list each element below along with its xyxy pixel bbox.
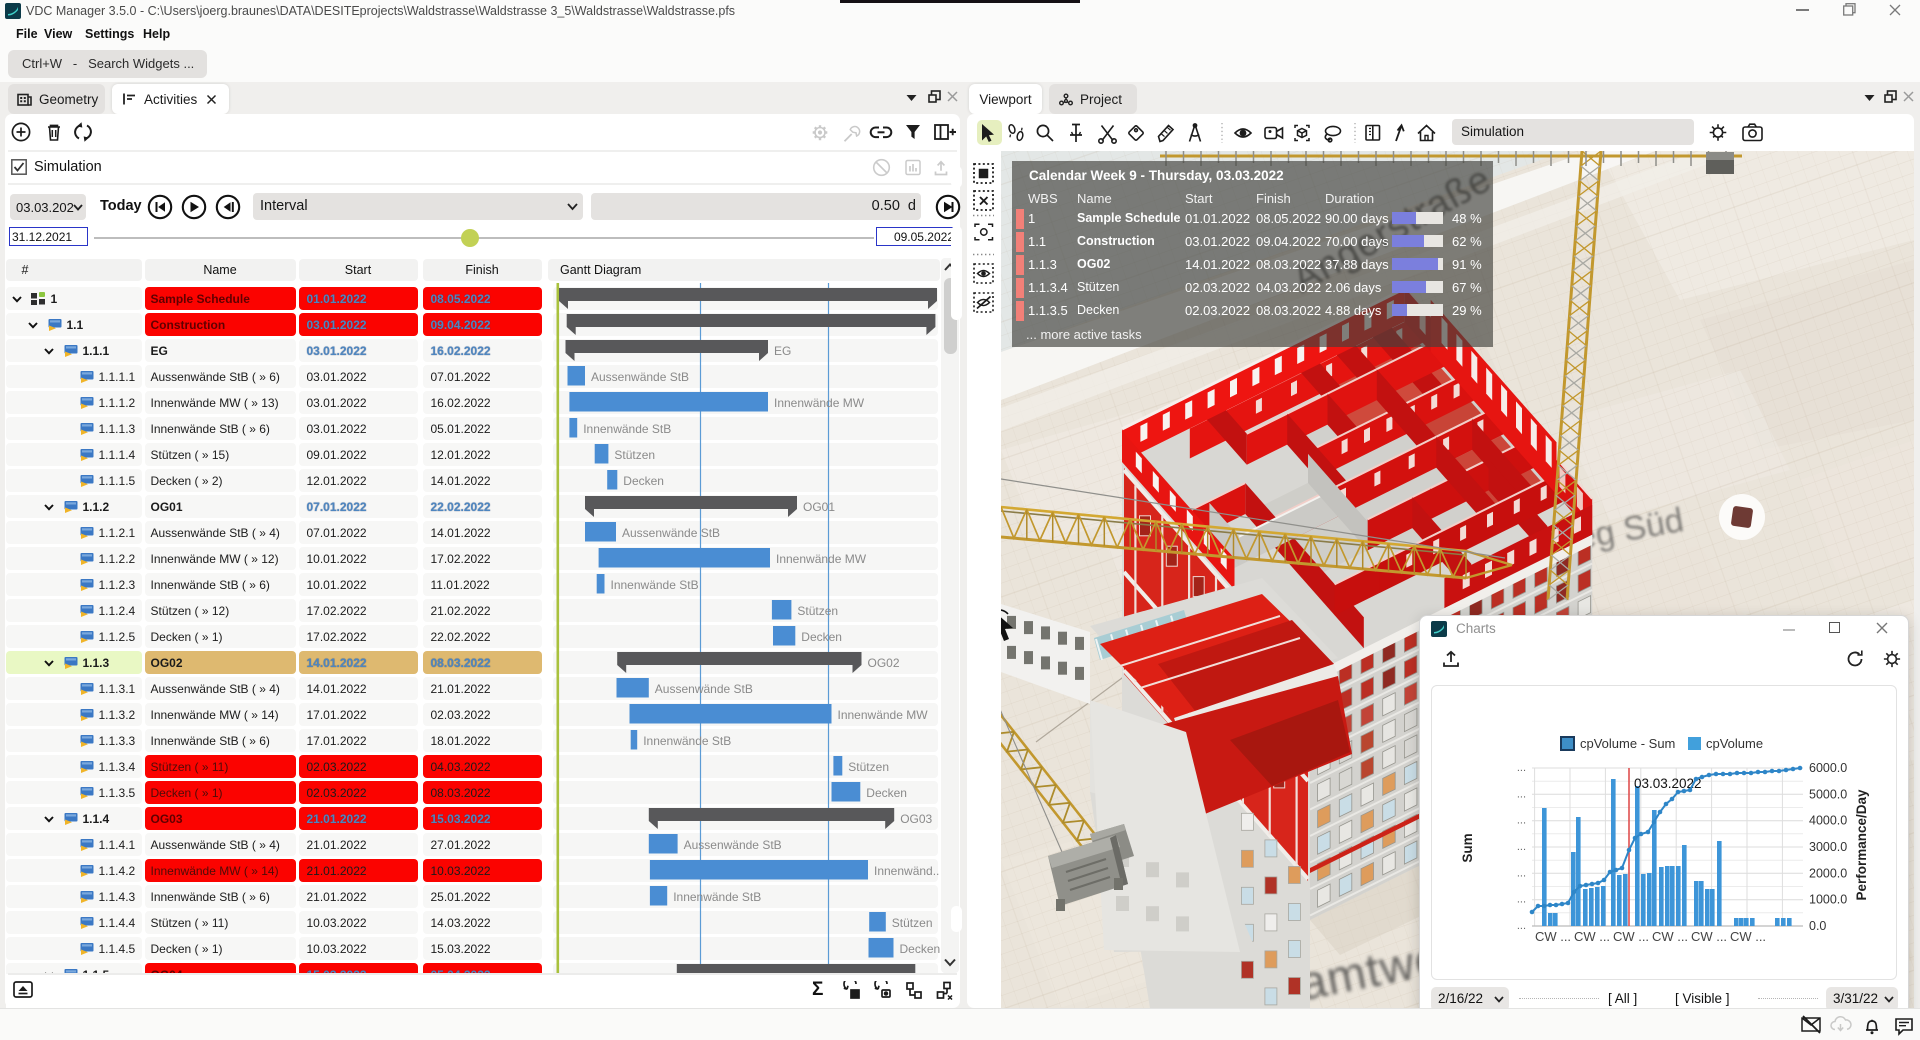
svg-text:Decken: Decken xyxy=(623,474,664,488)
svg-text:...: ... xyxy=(1517,788,1526,800)
svg-text:0.0: 0.0 xyxy=(1809,919,1826,933)
svg-text:cpVolume - Sum: cpVolume - Sum xyxy=(1580,736,1675,751)
svg-text:cpVolume: cpVolume xyxy=(1706,736,1763,751)
svg-text:...: ... xyxy=(1517,815,1526,827)
svg-text:Innenwände StB: Innenwände StB xyxy=(583,422,671,436)
svg-text:Innenwände MW: Innenwände MW xyxy=(838,708,929,722)
svg-text:4000.0: 4000.0 xyxy=(1809,814,1847,828)
svg-text:6000.0: 6000.0 xyxy=(1809,761,1847,775)
svg-text:Stützen: Stützen xyxy=(892,916,933,930)
svg-text:OG02: OG02 xyxy=(868,656,900,670)
svg-text:OG03: OG03 xyxy=(900,812,932,826)
svg-text:...: ... xyxy=(1517,867,1526,879)
svg-text:Aussenwände StB: Aussenwände StB xyxy=(655,682,753,696)
svg-text:1000.0: 1000.0 xyxy=(1809,893,1847,907)
svg-text:Stützen: Stützen xyxy=(614,448,655,462)
svg-text:Innenwände StB: Innenwände StB xyxy=(611,578,699,592)
svg-text:OG01: OG01 xyxy=(803,500,835,514)
svg-text:Aussenwände StB: Aussenwände StB xyxy=(591,370,689,384)
svg-text:5000.0: 5000.0 xyxy=(1809,787,1847,801)
svg-text:Innenwänd...: Innenwänd... xyxy=(874,864,940,878)
svg-text:Innenwände StB: Innenwände StB xyxy=(643,734,731,748)
svg-text:Stützen: Stützen xyxy=(848,760,889,774)
svg-text:...: ... xyxy=(1517,841,1526,853)
svg-text:CW ...: CW ... xyxy=(1691,929,1727,944)
svg-text:CW ...: CW ... xyxy=(1652,929,1688,944)
svg-text:Decken: Decken xyxy=(866,786,907,800)
svg-text:CW ...: CW ... xyxy=(1574,929,1610,944)
svg-text:...: ... xyxy=(1517,762,1526,774)
svg-text:Decken: Decken xyxy=(801,630,842,644)
svg-text:2000.0: 2000.0 xyxy=(1809,866,1847,880)
svg-text:Innenwände MW: Innenwände MW xyxy=(774,396,865,410)
svg-text:Aussenwände StB: Aussenwände StB xyxy=(684,838,782,852)
svg-text:Sum: Sum xyxy=(1460,833,1475,862)
svg-text:Innenwände MW: Innenwände MW xyxy=(776,552,867,566)
svg-text:Decken: Decken xyxy=(900,942,941,956)
svg-text:EG: EG xyxy=(774,344,791,358)
svg-text:CW ...: CW ... xyxy=(1535,929,1571,944)
svg-text:...: ... xyxy=(1517,920,1526,932)
svg-text:Innenwände StB: Innenwände StB xyxy=(673,890,761,904)
svg-text:...: ... xyxy=(1517,894,1526,906)
svg-text:CW ...: CW ... xyxy=(1613,929,1649,944)
svg-text:Aussenwände StB: Aussenwände StB xyxy=(622,526,720,540)
svg-text:Performance/Day: Performance/Day xyxy=(1854,789,1869,901)
svg-text:CW ...: CW ... xyxy=(1730,929,1766,944)
svg-text:Stützen: Stützen xyxy=(797,604,838,618)
svg-text:3000.0: 3000.0 xyxy=(1809,840,1847,854)
